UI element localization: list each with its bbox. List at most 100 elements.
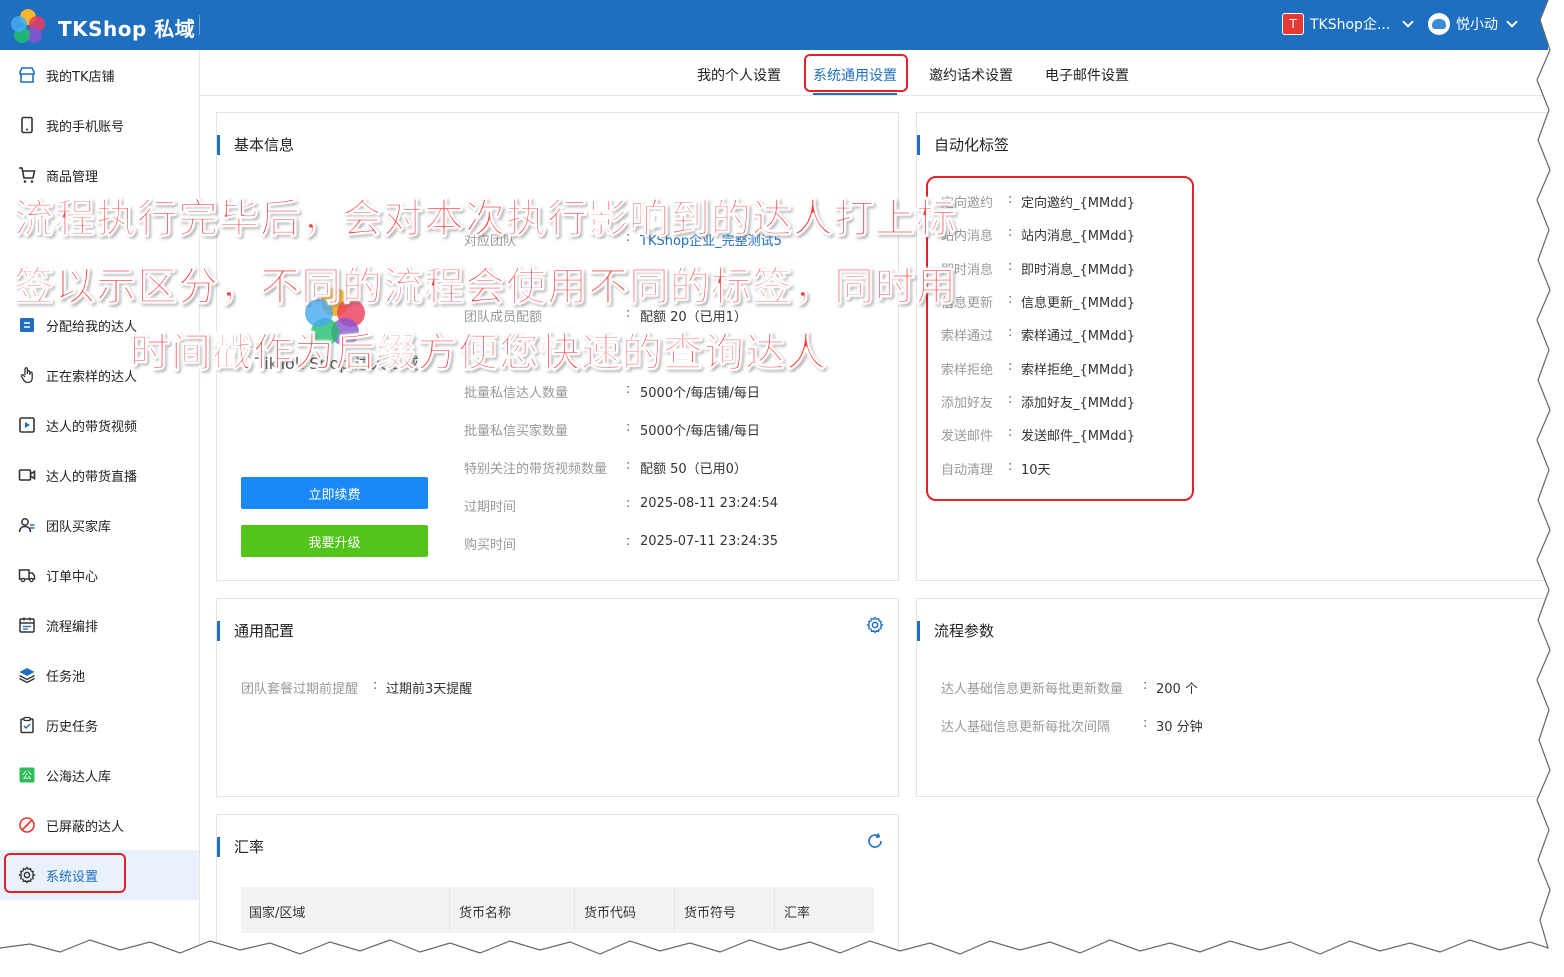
- kv-colon: :: [626, 382, 631, 397]
- sidebar-item-label: 达人的带货视频: [46, 419, 138, 435]
- column-header: 国家/区域: [249, 906, 306, 921]
- truck-icon: [18, 566, 36, 584]
- user-name: 悦小动: [1456, 17, 1498, 33]
- annotation-line-2: 签以示区分，不同的流程会使用不同的标签，同时用: [14, 264, 957, 311]
- kv-colon: :: [626, 420, 631, 435]
- sidebar-item-creator-live[interactable]: 达人的带货直播: [0, 450, 199, 500]
- app-title: TKShop 私域: [58, 17, 196, 41]
- general-config-card: 通用配置: [216, 598, 899, 797]
- sidebar-item-tk-store[interactable]: 我的TK店铺: [0, 50, 199, 100]
- card-title: 汇率: [217, 837, 264, 857]
- sidebar-item-creator-videos[interactable]: 达人的带货视频: [0, 400, 199, 450]
- sidebar-item-label: 正在索样的达人: [46, 369, 138, 385]
- card-title: 流程参数: [917, 621, 994, 641]
- shop-badge: T: [1282, 13, 1304, 35]
- config-value: 过期前3天提醒: [386, 682, 473, 697]
- buyers-icon: [18, 516, 36, 534]
- kv-colon: :: [373, 678, 378, 693]
- config-label: 团队套餐过期前提醒: [241, 682, 359, 697]
- sidebar-item-blocked[interactable]: 已屏蔽的达人: [0, 800, 199, 850]
- card-title: 自动化标签: [917, 135, 1009, 155]
- column-divider: [449, 887, 450, 933]
- settings-gear-icon[interactable]: [866, 616, 884, 634]
- tags-highlight-box: [926, 176, 1194, 501]
- tab-email-settings[interactable]: 电子邮件设置: [1045, 65, 1129, 85]
- sidebar-item-label: 商品管理: [46, 169, 99, 185]
- column-header: 货币名称: [459, 906, 512, 921]
- store-icon: [18, 66, 36, 84]
- column-divider: [674, 887, 675, 933]
- chevron-down-icon: [1402, 16, 1414, 28]
- sidebar-item-phone-account[interactable]: 我的手机账号: [0, 100, 199, 150]
- column-header: 货币符号: [684, 906, 737, 921]
- kv-colon: :: [1143, 716, 1148, 731]
- flow-icon: [18, 616, 36, 634]
- sidebar-item-label: 公海达人库: [46, 769, 112, 785]
- layers-icon: [18, 666, 36, 684]
- sidebar-item-label: 我的TK店铺: [46, 69, 115, 85]
- flow-params-card: 流程参数: [916, 598, 1548, 797]
- kv-colon: :: [1143, 678, 1148, 693]
- card-title: 通用配置: [217, 621, 294, 641]
- sidebar-item-task-pool[interactable]: 任务池: [0, 650, 199, 700]
- shop-name: TKShop企...: [1310, 17, 1391, 33]
- param-value: 30 分钟: [1156, 720, 1203, 735]
- column-header: 货币代码: [584, 906, 637, 921]
- sidebar-item-label: 分配给我的达人: [46, 319, 138, 335]
- param-value: 200 个: [1156, 682, 1198, 697]
- param-label: 达人基础信息更新每批次间隔: [941, 720, 1111, 735]
- top-bar: TKShop 私域 T TKShop企... 悦小动: [0, 0, 1548, 50]
- shop-selector[interactable]: T TKShop企...: [1282, 13, 1414, 35]
- chevron-down-icon: [1506, 16, 1518, 28]
- param-label: 达人基础信息更新每批更新数量: [941, 682, 1124, 697]
- kv-label: 批量私信买家数量: [464, 424, 569, 439]
- tab-invite-script-settings[interactable]: 邀约话术设置: [929, 65, 1013, 85]
- clipboard-icon: [18, 716, 36, 734]
- kv-value: 5000个/每店铺/每日: [640, 386, 760, 401]
- phone-icon: [18, 116, 36, 134]
- column-divider: [574, 887, 575, 933]
- app-logo-icon: [11, 9, 45, 43]
- kv-label: 特别关注的带货视频数量: [464, 462, 608, 477]
- kv-label: 过期时间: [464, 500, 517, 515]
- kv-label: 批量私信达人数量: [464, 386, 569, 401]
- kv-value: 2025-08-11 23:24:54: [640, 496, 779, 511]
- public-icon: 公: [18, 766, 36, 784]
- svg-text:公: 公: [22, 771, 32, 782]
- refresh-icon[interactable]: [866, 832, 884, 850]
- sidebar-item-history[interactable]: 历史任务: [0, 700, 199, 750]
- video-icon: [18, 416, 36, 434]
- exchange-table-header: 国家/区域 货币名称 货币代码 货币符号 汇率: [241, 887, 874, 933]
- sidebar-item-label: 订单中心: [46, 569, 99, 585]
- user-menu[interactable]: 悦小动: [1428, 13, 1518, 35]
- sidebar: 我的TK店铺 我的手机账号 商品管理 分配给我的达人 正在索样的达人 达人的带货…: [0, 50, 200, 950]
- column-header: 汇率: [784, 906, 811, 921]
- upgrade-button[interactable]: 我要升级: [241, 525, 428, 557]
- sidebar-item-label: 达人的带货直播: [46, 469, 138, 485]
- renew-button[interactable]: 立即续费: [241, 477, 428, 509]
- sidebar-item-public-pool[interactable]: 公 公海达人库: [0, 750, 199, 800]
- annotation-line-1: 流程执行完毕后，会对本次执行影响到的达人打上标: [14, 196, 957, 243]
- kv-label: 购买时间: [464, 538, 517, 553]
- assigned-icon: [18, 316, 36, 334]
- column-divider: [774, 887, 775, 933]
- avatar: [1428, 13, 1450, 35]
- sidebar-item-flow[interactable]: 流程编排: [0, 600, 199, 650]
- cart-icon: [18, 166, 36, 184]
- kv-value: 2025-07-11 23:24:35: [640, 534, 779, 549]
- kv-colon: :: [626, 458, 631, 473]
- kv-value: 5000个/每店铺/每日: [640, 424, 760, 439]
- settings-highlight-box: [4, 853, 126, 893]
- kv-colon: :: [626, 534, 631, 549]
- card-title: 基本信息: [217, 135, 294, 155]
- title-divider: [199, 15, 200, 35]
- tab-highlight-box: [804, 54, 908, 92]
- sidebar-item-label: 已屏蔽的达人: [46, 819, 125, 835]
- tab-personal-settings[interactable]: 我的个人设置: [697, 65, 781, 85]
- sidebar-item-label: 任务池: [46, 669, 86, 685]
- sidebar-item-label: 我的手机账号: [46, 119, 125, 135]
- annotation-line-3: 时间戳作为后缀方便您快速的查询达人: [130, 330, 827, 377]
- exchange-rate-card: 汇率: [216, 814, 899, 954]
- sidebar-item-buyers[interactable]: 团队买家库: [0, 500, 199, 550]
- sidebar-item-orders[interactable]: 订单中心: [0, 550, 199, 600]
